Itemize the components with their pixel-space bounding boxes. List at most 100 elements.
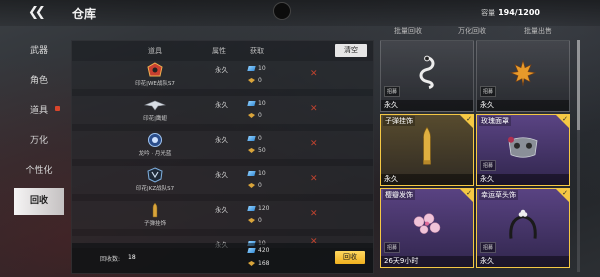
currency-b-value: 0	[258, 217, 262, 224]
item-name: 子弹挂饰	[143, 221, 166, 227]
item-tag: 招募	[384, 86, 401, 97]
sidebar-item-wanhua[interactable]: 万化	[14, 128, 64, 155]
header-attr: 属性	[212, 47, 226, 55]
bullet-charm-icon	[143, 202, 167, 218]
currency-b: 0	[248, 217, 262, 224]
sidebar-item-recycle[interactable]: 回收	[14, 188, 64, 215]
tab-batch-recycle[interactable]: 批量回收	[394, 26, 422, 36]
total-a-value: 420	[258, 247, 270, 254]
capacity-indicator: 容量 194/1200	[481, 8, 540, 18]
eagle-wing-icon	[143, 97, 167, 113]
sidebar-item-weapons[interactable]: 武器	[14, 38, 64, 65]
bullet-icon	[422, 126, 432, 170]
item-card[interactable]: 子弹挂饰 ✓ 永久	[380, 114, 474, 186]
recycle-rows: 印花|WE战队S7 永久 10 0 ✕ 印花|鹰翅 永久 10 0 ✕ 龙吟 ·…	[72, 61, 373, 255]
currency-a: 10	[247, 65, 266, 72]
snake-sigil-icon	[413, 55, 441, 93]
grid-scrollbar[interactable]	[577, 40, 580, 272]
total-b-value: 168	[258, 260, 270, 267]
table-row[interactable]: 子弹挂饰 永久 120 0 ✕	[72, 201, 373, 229]
ticket-icon	[247, 136, 256, 141]
action-tabs: 批量回收 万化回收 批量出售	[378, 26, 573, 38]
remove-icon[interactable]: ✕	[310, 209, 318, 219]
gold-icon	[248, 261, 255, 266]
gold-icon	[248, 183, 255, 188]
currency-b: 0	[248, 77, 262, 84]
remove-icon[interactable]: ✕	[310, 69, 318, 79]
recycle-button[interactable]: 回收	[335, 251, 365, 264]
item-card[interactable]: 招募 永久	[476, 40, 570, 112]
scrollbar-thumb[interactable]	[577, 40, 580, 130]
table-row[interactable]: 印花|WE战队S7 永久 10 0 ✕	[72, 61, 373, 89]
sidebar: 武器 角色 道具 万化 个性化 回收	[14, 38, 64, 218]
recycle-footer: 回收数: 18 420 168 回收	[72, 243, 373, 273]
ticket-icon	[247, 101, 256, 106]
gold-icon	[248, 113, 255, 118]
item-name: 子弹挂饰	[383, 116, 415, 126]
table-header: 道具 属性 获取 清空	[72, 43, 373, 59]
remove-icon[interactable]: ✕	[310, 104, 318, 114]
item-card[interactable]: 玫瑰面罩 ✓ 招募 永久	[476, 114, 570, 186]
item-attr: 永久	[215, 136, 228, 144]
recycle-list-panel: 道具 属性 获取 清空 印花|WE战队S7 永久 10 0 ✕ 印花|鹰翅 永久…	[71, 40, 374, 274]
item-name: 玫瑰面罩	[479, 116, 511, 126]
table-row[interactable]: 印花|鹰翅 永久 10 0 ✕	[72, 96, 373, 124]
tab-wanhua-recycle[interactable]: 万化回收	[458, 26, 486, 36]
clear-button[interactable]: 清空	[335, 44, 367, 57]
currency-b: 50	[248, 147, 266, 154]
currency-b-value: 50	[258, 147, 266, 154]
total-b: 168	[248, 260, 269, 267]
sidebar-item-characters[interactable]: 角色	[14, 68, 64, 95]
item-name: 龙吟 · 月光蓝	[138, 151, 172, 157]
ticket-icon	[247, 206, 256, 211]
item-tag: 招募	[480, 86, 497, 97]
currency-b-value: 0	[258, 112, 262, 119]
ticket-icon	[247, 171, 256, 176]
currency-a-value: 10	[258, 65, 266, 72]
currency-a-value: 0	[258, 135, 262, 142]
table-row[interactable]: 印花|KZ战队S7 永久 10 0 ✕	[72, 166, 373, 194]
sidebar-item-label: 个性化	[25, 166, 53, 176]
remove-icon[interactable]: ✕	[310, 174, 318, 184]
table-row[interactable]: 龙吟 · 月光蓝 永久 0 50 ✕	[72, 131, 373, 159]
top-bar: ❮❮ 仓库 容量 194/1200	[0, 0, 600, 26]
back-chevron-icon[interactable]: ❮❮	[28, 5, 46, 20]
item-duration: 永久	[477, 256, 569, 267]
item-card[interactable]: 招募 永久	[380, 40, 474, 112]
capacity-label: 容量	[481, 9, 496, 17]
item-name: 印花|KZ战队S7	[135, 186, 175, 192]
sidebar-item-label: 武器	[29, 46, 48, 56]
remove-icon[interactable]: ✕	[310, 139, 318, 149]
sakura-hairpin-icon	[407, 210, 447, 244]
sidebar-item-label: 道具	[29, 106, 48, 116]
item-name: 印花|鹰翅	[143, 116, 167, 122]
item-tag: 招募	[480, 160, 497, 171]
gold-icon	[248, 78, 255, 83]
currency-a: 0	[247, 135, 262, 142]
item-name: 樱瓣发饰	[383, 190, 415, 200]
recycle-count-label: 回收数:	[100, 256, 121, 263]
sidebar-item-label: 万化	[29, 136, 48, 146]
item-card[interactable]: 樱瓣发饰 ✓ 招募 26天9小时	[380, 188, 474, 268]
maple-leaf-icon	[509, 59, 537, 91]
gold-icon	[248, 148, 255, 153]
item-card[interactable]: 幸运草头饰 ✓ 招募 永久	[476, 188, 570, 268]
item-duration: 26天9小时	[381, 256, 473, 267]
ticket-icon	[247, 66, 256, 71]
wolf-emblem-icon	[143, 62, 167, 78]
item-duration: 永久	[477, 100, 569, 111]
sidebar-item-props[interactable]: 道具	[14, 98, 64, 125]
header-obtain: 获取	[250, 47, 264, 55]
item-name: 印花|WE战队S7	[135, 81, 175, 87]
tab-batch-sell[interactable]: 批量出售	[524, 26, 552, 36]
currency-a: 120	[247, 205, 269, 212]
clover-headband-icon	[505, 209, 541, 245]
sidebar-item-personalize[interactable]: 个性化	[14, 158, 64, 185]
capacity-value: 194/1200	[498, 8, 540, 17]
selected-check-icon: ✓	[460, 115, 473, 128]
header-item: 道具	[148, 47, 162, 55]
currency-b: 0	[248, 112, 262, 119]
total-a: 420	[247, 247, 270, 254]
item-name: 幸运草头饰	[479, 190, 518, 200]
selected-check-icon: ✓	[556, 189, 569, 202]
